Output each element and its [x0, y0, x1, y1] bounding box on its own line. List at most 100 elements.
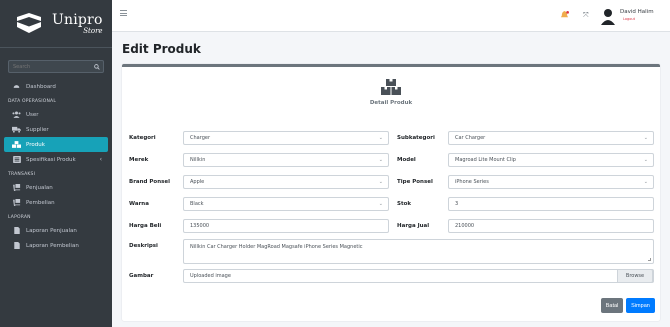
users-icon — [12, 111, 21, 118]
merek-label: Merek — [129, 157, 149, 163]
avatar[interactable] — [599, 7, 617, 25]
deskripsi-value: Nillkin Car Charger Holder MagRoad Magsa… — [190, 244, 363, 250]
sidebar-item-label: Laporan Penjualan — [26, 227, 77, 234]
sidebar-item-pembelian[interactable]: Pembelian — [4, 195, 108, 210]
kategori-select[interactable]: Charger ⌄ — [183, 131, 389, 145]
dolly-icon — [12, 184, 21, 191]
stok-label: Stok — [397, 201, 412, 207]
boxes-icon — [12, 141, 21, 148]
brand-logo-icon — [14, 12, 44, 35]
file-icon — [12, 242, 21, 249]
merek-select[interactable]: Nillkin ⌄ — [183, 153, 389, 167]
deskripsi-textarea[interactable]: Nillkin Car Charger Holder MagRoad Magsa… — [183, 239, 654, 264]
card-title: Detail Produk — [369, 100, 413, 106]
sidebar-item-spesifikasi-produk[interactable]: Spesifikasi Produk ‹ — [4, 152, 108, 167]
boxes-icon — [381, 79, 401, 95]
subkategori-select[interactable]: Car Charger ⌄ — [448, 131, 654, 145]
search-button[interactable] — [91, 60, 104, 73]
tipe-ponsel-select[interactable]: iPhone Series ⌄ — [448, 175, 654, 189]
harga-jual-label: Harga Jual — [397, 223, 430, 229]
harga-jual-value: 210000 — [455, 223, 475, 229]
sidebar-nav: Dashboard DATA OPERASIONAL User Supplier… — [4, 79, 108, 253]
warna-select[interactable]: Black ⌄ — [183, 197, 389, 211]
harga-beli-label: Harga Beli — [129, 223, 162, 229]
kategori-value: Charger — [190, 135, 210, 141]
brand-ponsel-select[interactable]: Apple ⌄ — [183, 175, 389, 189]
nav-header-laporan: LAPORAN — [8, 215, 31, 220]
search-icon — [94, 63, 100, 70]
harga-beli-input[interactable]: 135000 — [183, 219, 389, 233]
brand-ponsel-value: Apple — [190, 179, 205, 185]
sidebar-item-label: Dashboard — [26, 83, 56, 90]
notification-bell-icon[interactable] — [560, 11, 569, 21]
chevron-down-icon: ⌄ — [643, 157, 648, 163]
sidebar-item-laporan-penjualan[interactable]: Laporan Penjualan — [4, 223, 108, 238]
nav-header-transaksi: TRANSAKSI — [8, 172, 36, 177]
browse-button[interactable]: Browse — [617, 269, 653, 283]
tipe-ponsel-value: iPhone Series — [455, 179, 489, 185]
chevron-down-icon: ⌄ — [378, 179, 383, 185]
chevron-down-icon: ⌄ — [378, 135, 383, 141]
gambar-value: Uploaded image — [190, 273, 231, 279]
sidebar-item-label: Penjualan — [26, 184, 53, 191]
harga-jual-input[interactable]: 210000 — [448, 219, 654, 233]
brand[interactable]: Unipro Store — [0, 0, 112, 48]
stok-input[interactable]: 3 — [448, 197, 654, 211]
sidebar-item-label: Produk — [26, 141, 45, 148]
save-button[interactable]: Simpan — [626, 298, 655, 313]
gambar-label: Gambar — [129, 273, 154, 279]
sidebar-item-user[interactable]: User — [4, 107, 108, 122]
dolly-icon — [12, 199, 21, 206]
brand-ponsel-label: Brand Ponsel — [129, 179, 170, 185]
warna-label: Warna — [129, 201, 149, 207]
sidebar-search — [8, 60, 104, 73]
sidebar-item-produk[interactable]: Produk — [4, 137, 108, 152]
edit-product-card: Detail Produk Kategori Charger ⌄ Subkate… — [122, 64, 660, 321]
chevron-down-icon: ⌄ — [378, 201, 383, 207]
cancel-button[interactable]: Batal — [601, 298, 623, 313]
subkategori-label: Subkategori — [397, 135, 435, 141]
user-name[interactable]: David Halim — [620, 9, 654, 15]
subkategori-value: Car Charger — [455, 135, 486, 141]
sidebar-item-penjualan[interactable]: Penjualan — [4, 180, 108, 195]
brand-subtitle: Store — [83, 26, 103, 35]
chevron-down-icon: ⌄ — [378, 157, 383, 163]
gambar-file-input[interactable]: Uploaded image Browse — [183, 269, 654, 283]
deskripsi-label: Deskripsi — [129, 243, 158, 249]
card-header: Detail Produk — [122, 79, 660, 106]
chevron-down-icon: ⌄ — [643, 179, 648, 185]
sidebar-item-label: Supplier — [26, 126, 49, 133]
merek-value: Nillkin — [190, 157, 206, 163]
resize-handle-icon[interactable] — [648, 258, 651, 261]
sidebar-item-label: Laporan Pembelian — [26, 242, 79, 249]
sidebar: Unipro Store Dashboard DATA OPERASIONAL … — [0, 0, 112, 327]
menu-toggle-icon[interactable] — [120, 10, 127, 16]
sidebar-item-label: Pembelian — [26, 199, 55, 206]
model-label: Model — [397, 157, 416, 163]
model-select[interactable]: Magroad Lite Mount Clip ⌄ — [448, 153, 654, 167]
nav-header-data-operasional: DATA OPERASIONAL — [8, 99, 57, 104]
stok-value: 3 — [455, 201, 459, 207]
sidebar-item-label: User — [26, 111, 39, 118]
sidebar-item-laporan-pembelian[interactable]: Laporan Pembelian — [4, 238, 108, 253]
fullscreen-icon[interactable]: ⤧ — [583, 11, 589, 20]
harga-beli-value: 135000 — [190, 223, 210, 229]
warna-value: Black — [190, 201, 204, 207]
model-value: Magroad Lite Mount Clip — [455, 157, 516, 163]
chevron-left-icon[interactable]: ‹ — [100, 156, 102, 163]
kategori-label: Kategori — [129, 135, 156, 141]
truck-icon — [12, 126, 21, 133]
search-input[interactable] — [8, 60, 91, 73]
chevron-down-icon: ⌄ — [643, 135, 648, 141]
sidebar-item-supplier[interactable]: Supplier — [4, 122, 108, 137]
tipe-ponsel-label: Tipe Ponsel — [397, 179, 433, 185]
sidebar-item-dashboard[interactable]: Dashboard — [4, 79, 108, 94]
logout-link[interactable]: Logout — [623, 17, 635, 21]
brand-name: Unipro — [52, 11, 103, 28]
sidebar-item-label: Spesifikasi Produk — [26, 156, 76, 163]
page-title: Edit Produk — [122, 42, 201, 56]
file-icon — [12, 227, 21, 234]
topbar: ⤧ David Halim Logout — [112, 0, 670, 32]
list-icon — [12, 156, 21, 163]
dashboard-icon — [12, 83, 21, 90]
